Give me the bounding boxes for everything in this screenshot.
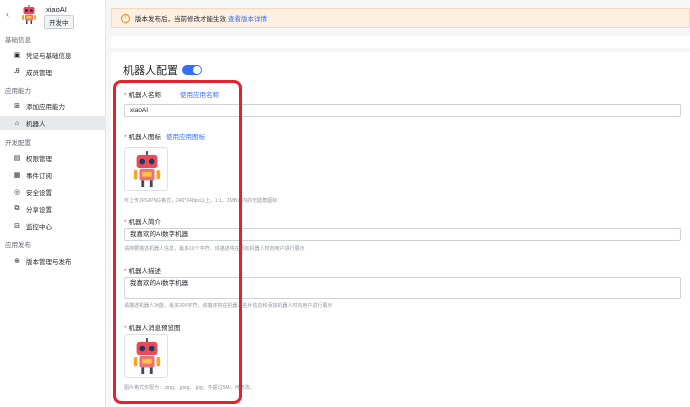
group-label-dev-config: 开发配置 <box>5 140 31 147</box>
sidebar-item-label: 凭证与基础信息 <box>26 53 72 60</box>
sidebar-item-label: 事件订阅 <box>26 173 52 180</box>
sidebar-item-label: 监控中心 <box>26 224 52 231</box>
notice-banner: ! 版本发布后，当前修改才能生效 查看版本详情 <box>111 8 690 28</box>
panel-top <box>111 36 690 48</box>
group-label-publish: 应用发布 <box>5 242 31 249</box>
sidebar-item-label: 版本管理与发布 <box>26 259 72 266</box>
app-name: xiaoAI <box>46 5 67 14</box>
sidebar-item-version[interactable]: ⊕ 版本管理与发布 <box>0 254 106 268</box>
sidebar-item-events[interactable]: ▦ 事件订阅 <box>0 168 106 182</box>
event-icon: ▦ <box>13 172 21 179</box>
robot-icon: ⌂ <box>14 119 20 127</box>
sidebar-item-monitor[interactable]: ⊟ 监控中心 <box>0 219 106 233</box>
highlight-annotation-box <box>113 80 242 404</box>
notice-text: 版本发布后，当前修改才能生效 <box>135 16 226 23</box>
version-icon: ⊕ <box>14 258 20 265</box>
view-version-link[interactable]: 查看版本详情 <box>228 13 267 23</box>
app-avatar-robot-icon <box>22 5 36 24</box>
back-arrow-icon[interactable]: ‹ <box>6 9 14 19</box>
sidebar-item-label: 成员管理 <box>26 70 52 77</box>
sidebar-item-security[interactable]: ◎ 安全设置 <box>0 185 106 199</box>
sidebar-item-robot[interactable]: ⌂ 机器人 <box>0 116 106 130</box>
monitor-icon: ⊟ <box>14 223 20 230</box>
sidebar-item-add-capability[interactable]: ⊞ 添加应用能力 <box>0 99 106 113</box>
add-icon: ⊞ <box>14 103 20 110</box>
toggle-knob <box>193 66 201 74</box>
sidebar-item-label: 分享设置 <box>26 207 52 214</box>
sidebar-item-label: 安全设置 <box>26 190 52 197</box>
sidebar-item-share[interactable]: ⧉ 分享设置 <box>0 202 106 216</box>
app-header: ‹ xiaoAI 开发中 <box>0 0 106 30</box>
info-icon: ! <box>121 13 130 23</box>
sidebar-item-label: 机器人 <box>26 121 46 128</box>
group-label-basic: 基础信息 <box>5 37 31 44</box>
share-icon: ⧉ <box>14 205 20 212</box>
sidebar-item-label: 添加应用能力 <box>26 104 65 111</box>
person-icon: Ꭿ <box>14 68 20 75</box>
app-status-badge: 开发中 <box>44 15 74 29</box>
sidebar: ‹ xiaoAI 开发中 基础信息 ▣ 凭证与基础信息 Ꭿ 成员管理 应用能力 … <box>0 0 106 407</box>
page-title: 机器人配置 <box>123 65 178 77</box>
sidebar-item-credentials[interactable]: ▣ 凭证与基础信息 <box>0 48 106 62</box>
group-label-capabilities: 应用能力 <box>5 88 31 95</box>
shield-icon: ◎ <box>13 189 21 196</box>
title-row: 机器人配置 <box>123 62 202 78</box>
sidebar-item-members[interactable]: Ꭿ 成员管理 <box>0 65 106 79</box>
permission-icon: ▤ <box>13 155 21 162</box>
credential-icon: ▣ <box>13 52 21 59</box>
robot-enable-toggle[interactable] <box>182 65 202 75</box>
sidebar-item-label: 权限管理 <box>26 156 52 163</box>
sidebar-item-permissions[interactable]: ▤ 权限管理 <box>0 151 106 165</box>
